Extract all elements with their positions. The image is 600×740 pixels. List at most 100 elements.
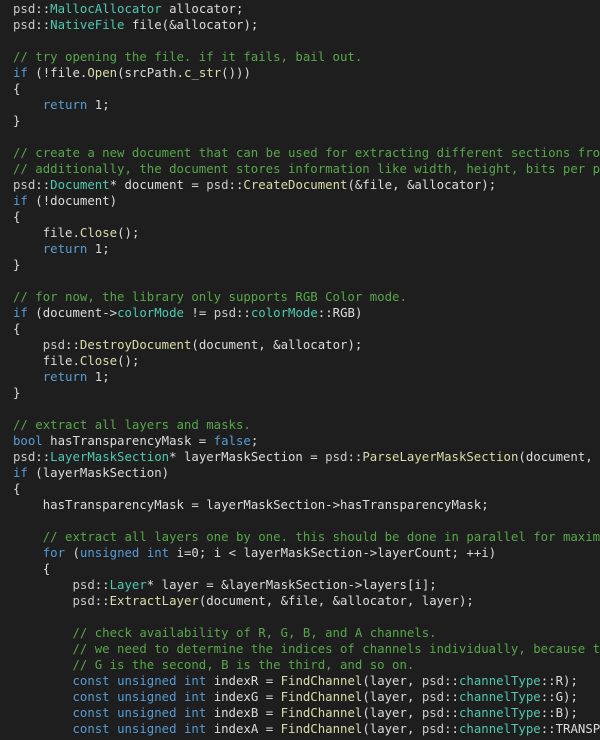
keyword-token: const	[72, 722, 110, 736]
keyword-token: int	[183, 674, 207, 688]
punctuation-token: ->	[347, 578, 363, 592]
code-line: }	[0, 385, 600, 401]
punctuation-token: ->	[102, 306, 118, 320]
comment-token: // check availability of R, G, B, and A …	[72, 626, 437, 640]
keyword-token: unsigned	[79, 546, 140, 560]
code-line: psd::LayerMaskSection* layerMaskSection …	[0, 449, 600, 465]
punctuation-token: ()))	[221, 66, 251, 80]
identifier-token: G	[555, 690, 564, 704]
punctuation-token: 1;	[87, 242, 110, 256]
punctuation-token: (&	[347, 178, 363, 192]
identifier-token: i	[176, 546, 184, 560]
punctuation-token: );	[563, 674, 578, 688]
identifier-token: B	[555, 706, 564, 720]
namespace-token: psd	[325, 450, 348, 464]
punctuation-token: );	[243, 18, 259, 32]
punctuation-token: =	[183, 498, 207, 512]
keyword-token: const	[72, 690, 110, 704]
punctuation-token: =	[302, 450, 326, 464]
namespace-token: psd	[421, 690, 445, 704]
punctuation-token: ::	[35, 18, 51, 32]
keyword-token: if	[13, 306, 28, 320]
type-token: colorMode	[117, 306, 184, 320]
type-token: NativeFile	[50, 18, 125, 32]
punctuation-token: )	[161, 466, 170, 480]
punctuation-token	[13, 594, 72, 608]
code-line: const unsigned int indexB = FindChannel(…	[0, 705, 600, 721]
punctuation-token: ;	[250, 434, 259, 448]
code-line: // for now, the library only supports RG…	[0, 289, 600, 305]
code-line: return 1;	[0, 241, 600, 257]
identifier-token: file	[42, 354, 73, 368]
punctuation-token: )	[488, 546, 497, 560]
identifier-token: layers	[362, 578, 407, 592]
identifier-token: allocator	[340, 594, 407, 608]
function-token: Close	[79, 226, 118, 240]
punctuation-token: }	[13, 386, 21, 400]
identifier-token: hasTransparencyMask	[42, 498, 184, 512]
punctuation-token: (!	[27, 194, 51, 208]
identifier-token: allocator	[280, 338, 348, 352]
namespace-token: psd	[13, 178, 36, 192]
punctuation-token: ::	[236, 306, 251, 320]
comment-token: // try opening the file. if it fails, ba…	[13, 50, 363, 64]
namespace-token: psd	[13, 2, 36, 16]
function-token: DestroyDocument	[79, 338, 192, 352]
punctuation-token: ::	[444, 674, 459, 688]
punctuation-token	[177, 674, 184, 688]
code-editor[interactable]: psd::MallocAllocator allocator; psd::Nati…	[0, 0, 600, 740]
punctuation-token: }	[13, 114, 21, 128]
code-line: file.Close();	[0, 353, 600, 369]
punctuation-token	[13, 226, 43, 240]
punctuation-token: =	[183, 178, 207, 192]
type-token: channelType	[458, 722, 541, 736]
identifier-token: layer	[369, 674, 407, 688]
code-line: {	[0, 561, 600, 577]
code-line: // G is the second, B is the third, and …	[0, 657, 600, 673]
punctuation-token	[206, 706, 213, 720]
punctuation-token: ->	[362, 546, 378, 560]
punctuation-token: ::	[35, 450, 51, 464]
punctuation-token: ::	[94, 594, 110, 608]
punctuation-token	[13, 658, 72, 672]
punctuation-token: !=	[183, 306, 214, 320]
punctuation-token: =	[258, 690, 281, 704]
function-token: c_str	[183, 66, 222, 80]
identifier-token: layer	[369, 722, 407, 736]
identifier-token: document	[198, 338, 259, 352]
code-line: psd::DestroyDocument(document, &allocato…	[0, 337, 600, 353]
punctuation-token: );	[563, 690, 578, 704]
punctuation-token: ::	[35, 178, 51, 192]
code-line: if (document->colorMode != psd::colorMod…	[0, 305, 600, 321]
punctuation-token: , &	[585, 450, 593, 464]
code-line: hasTransparencyMask = layerMaskSection->…	[0, 497, 600, 513]
keyword-token: int	[183, 706, 207, 720]
punctuation-token: ();	[117, 354, 140, 368]
code-line: psd::NativeFile file(&allocator);	[0, 17, 600, 33]
punctuation-token: {	[13, 322, 21, 336]
code-line: // try opening the file. if it fails, ba…	[0, 49, 600, 65]
identifier-token: layer	[369, 706, 407, 720]
namespace-token: psd	[421, 674, 445, 688]
punctuation-token	[169, 546, 176, 560]
punctuation-token: , &	[317, 594, 341, 608]
punctuation-token: }	[13, 258, 21, 272]
code-line: if (!file.Open(srcPath.c_str()))	[0, 65, 600, 81]
punctuation-token	[177, 706, 184, 720]
namespace-token: psd	[72, 578, 95, 592]
keyword-token: unsigned	[117, 706, 177, 720]
code-line: bool hasTransparencyMask = false;	[0, 433, 600, 449]
punctuation-token: );	[563, 706, 578, 720]
keyword-token: int	[146, 546, 170, 560]
keyword-token: const	[72, 674, 110, 688]
punctuation-token	[110, 674, 117, 688]
identifier-token: layer	[161, 578, 199, 592]
punctuation-token: =	[258, 706, 281, 720]
identifier-token: layerMaskSection	[206, 498, 326, 512]
punctuation-token: .	[72, 226, 80, 240]
identifier-token: R	[555, 674, 564, 688]
